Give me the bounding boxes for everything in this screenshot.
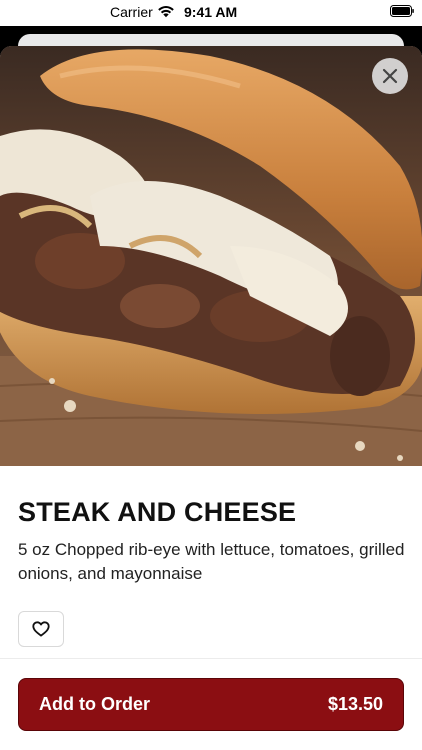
add-to-order-button[interactable]: Add to Order $13.50 xyxy=(18,678,404,731)
status-bar: Carrier 9:41 AM xyxy=(0,0,422,26)
battery-icon xyxy=(390,5,414,17)
add-to-order-label: Add to Order xyxy=(39,694,150,714)
item-image xyxy=(0,46,422,466)
wifi-icon xyxy=(158,6,174,18)
close-icon xyxy=(382,68,398,84)
item-price: $13.50 xyxy=(327,694,383,714)
item-title: STEAK AND CHEESE xyxy=(18,497,297,527)
item-detail-sheet: STEAK AND CHEESE 5 oz Chopped rib-eye wi… xyxy=(0,46,422,750)
app-screen: Carrier 9:41 AM STEAK AND CHEESE 5 oz Ch… xyxy=(0,0,422,750)
heart-icon xyxy=(32,621,50,637)
item-description: 5 oz Chopped rib-eye with lettuce, tomat… xyxy=(18,540,405,583)
carrier-label: Carrier xyxy=(110,4,153,20)
favorite-button[interactable] xyxy=(18,611,64,647)
status-time: 9:41 AM xyxy=(184,4,238,20)
close-button[interactable] xyxy=(372,58,408,94)
divider xyxy=(0,658,422,659)
sandwich-illustration xyxy=(0,46,422,466)
